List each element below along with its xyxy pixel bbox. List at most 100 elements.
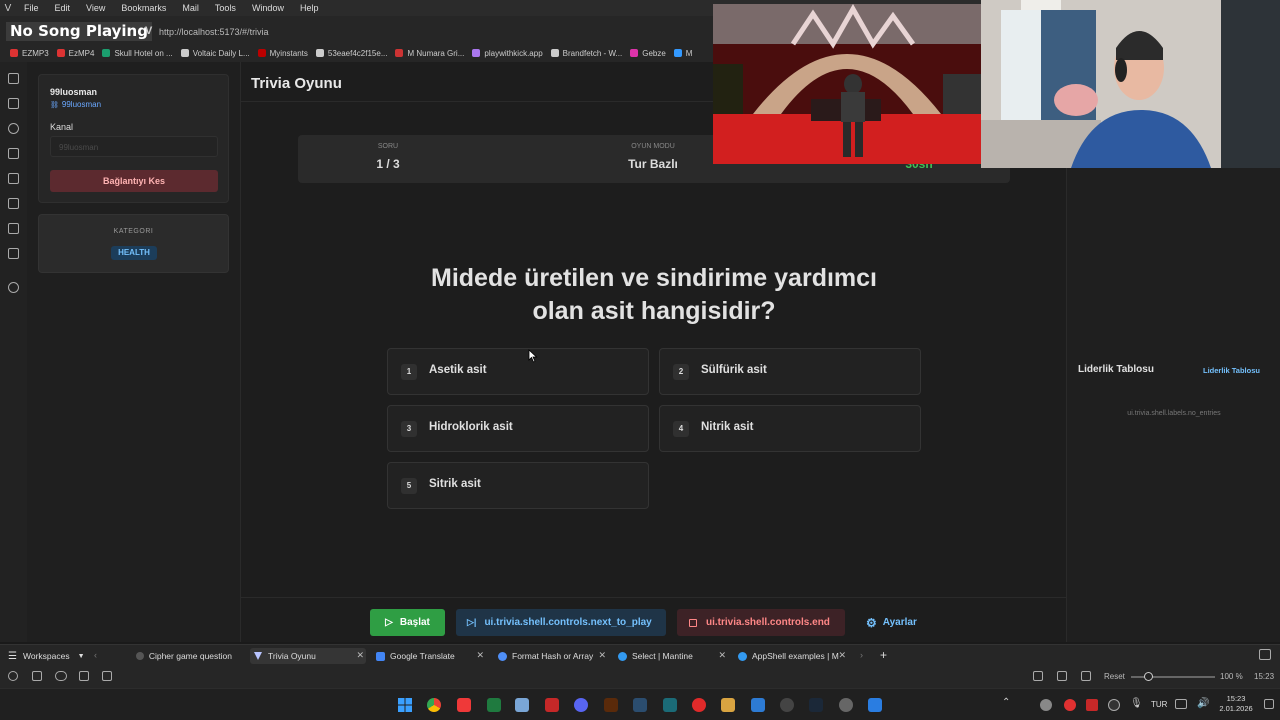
bookmark-panel-icon[interactable] xyxy=(8,73,19,84)
menu-edit[interactable]: Edit xyxy=(47,3,79,13)
bookmark-item[interactable]: Voltaic Daily L... xyxy=(180,49,250,58)
history-icon[interactable] xyxy=(8,123,19,134)
taskbar-clock[interactable]: 15:23 2.01.2026 xyxy=(1216,694,1256,714)
language-indicator[interactable]: TUR xyxy=(1151,700,1167,709)
tray-app-icon[interactable] xyxy=(1040,699,1052,711)
url-field[interactable]: http://localhost:5173/#/trivia xyxy=(159,27,269,37)
media-icon[interactable] xyxy=(692,698,706,712)
close-tab-icon[interactable]: ✕ xyxy=(476,650,484,661)
answer-option-2[interactable]: 2 Sülfürik asit xyxy=(659,348,921,395)
bookmark-item[interactable]: M xyxy=(673,49,692,58)
close-tab-icon[interactable]: ✕ xyxy=(838,650,846,661)
calendar-icon[interactable] xyxy=(102,671,112,681)
leaderboard-link[interactable]: Liderlik Tablosu xyxy=(1203,366,1260,375)
disconnect-button[interactable]: Bağlantıyı Kes xyxy=(50,170,218,192)
answer-option-1[interactable]: 1 Asetik asit xyxy=(387,348,649,395)
channel-input[interactable]: 99luosman xyxy=(50,136,218,157)
tab-format-hash[interactable]: Format Hash or Array ✕ xyxy=(494,648,608,664)
new-tab-icon[interactable]: + xyxy=(880,648,887,662)
bookmark-item[interactable]: playwithkick.app xyxy=(472,49,543,58)
end-button[interactable]: ui.trivia.shell.controls.end xyxy=(677,609,845,636)
bookmark-item[interactable]: Brandfetch - W... xyxy=(550,49,622,58)
menu-file[interactable]: File xyxy=(16,3,47,13)
menu-help[interactable]: Help xyxy=(292,3,327,13)
close-tab-icon[interactable]: ✕ xyxy=(598,650,606,661)
start-button[interactable]: ▷ Başlat xyxy=(370,609,445,636)
tray-app-icon[interactable] xyxy=(1086,699,1098,711)
mail-icon[interactable] xyxy=(8,248,19,259)
tab-select-mantine[interactable]: Select | Mantine ✕ xyxy=(614,648,728,664)
tray-app-icon[interactable] xyxy=(1108,699,1120,711)
tab-scroll-right-icon[interactable]: › xyxy=(860,650,863,660)
user-link[interactable]: ⛓ 99luosman xyxy=(50,100,101,109)
mail-status-icon[interactable] xyxy=(79,671,89,681)
vivaldi-icon[interactable] xyxy=(457,698,471,712)
close-tab-icon[interactable]: ✕ xyxy=(356,650,364,661)
discord-icon[interactable] xyxy=(574,698,588,712)
app-icon[interactable] xyxy=(839,698,853,712)
tab-trivia-active[interactable]: Trivia Oyunu ✕ xyxy=(250,648,366,664)
bookmark-item[interactable]: Gebze xyxy=(630,49,666,58)
volume-icon[interactable]: 🔊 xyxy=(1197,698,1209,709)
answer-option-4[interactable]: 4 Nitrik asit xyxy=(659,405,921,452)
menu-tools[interactable]: Tools xyxy=(207,3,244,13)
menu-window[interactable]: Window xyxy=(244,3,292,13)
bookmark-item[interactable]: EZMP3 xyxy=(10,49,49,58)
terminal-icon[interactable] xyxy=(487,698,501,712)
reading-list-icon[interactable] xyxy=(8,198,19,209)
answer-option-5[interactable]: 5 Sitrik asit xyxy=(387,462,649,509)
downloads-icon[interactable] xyxy=(8,98,19,109)
bookmark-item[interactable]: 53eaef4c2f15e... xyxy=(315,49,387,58)
tab-google-translate[interactable]: Google Translate ✕ xyxy=(372,648,486,664)
bookmark-item[interactable]: EzMP4 xyxy=(56,49,94,58)
workspaces-button[interactable]: ☰ Workspaces ▼ xyxy=(4,648,85,664)
chrome-icon[interactable] xyxy=(427,698,441,712)
sync-cloud-icon[interactable] xyxy=(55,671,67,681)
browser-logo-icon[interactable]: V xyxy=(0,3,16,14)
windows-start-icon[interactable] xyxy=(398,698,412,712)
translate-icon[interactable] xyxy=(8,173,19,184)
zoom-reset-button[interactable]: Reset xyxy=(1104,672,1125,681)
notepad-icon[interactable] xyxy=(868,698,882,712)
tab-cipher[interactable]: Cipher game question xyxy=(132,648,232,664)
panel-toggle-icon[interactable] xyxy=(8,671,18,681)
bookmark-item[interactable]: Skull Hotel on ... xyxy=(102,49,173,58)
add-panel-icon[interactable] xyxy=(8,282,19,293)
menu-mail[interactable]: Mail xyxy=(174,3,207,13)
notes-icon[interactable] xyxy=(8,148,19,159)
filezilla-icon[interactable] xyxy=(545,698,559,712)
folder-icon[interactable] xyxy=(721,698,735,712)
tab-appshell[interactable]: AppShell examples | M ✕ xyxy=(734,648,848,664)
bookmark-item[interactable]: Myinstants xyxy=(257,49,308,58)
tab-menu-icon[interactable] xyxy=(1259,649,1271,660)
page-actions-icon[interactable] xyxy=(1081,671,1091,681)
menu-view[interactable]: View xyxy=(78,3,113,13)
bookmark-label: EZMP3 xyxy=(22,48,49,58)
tray-chevron-icon[interactable]: ⌃ xyxy=(1002,697,1010,708)
illustrator-icon[interactable] xyxy=(604,698,618,712)
outlook-icon[interactable] xyxy=(751,698,765,712)
zoom-slider-thumb[interactable] xyxy=(1144,672,1153,681)
close-tab-icon[interactable]: ✕ xyxy=(718,650,726,661)
network-icon[interactable] xyxy=(1175,699,1187,709)
tab-scroll-left-icon[interactable]: ‹ xyxy=(94,650,97,660)
microphone-icon[interactable]: 🎙 xyxy=(1130,698,1143,709)
notification-icon[interactable] xyxy=(1264,699,1274,709)
tray-app-icon[interactable] xyxy=(1064,699,1076,711)
window-panel-icon[interactable] xyxy=(8,223,19,234)
app-icon[interactable] xyxy=(663,698,677,712)
zoom-slider[interactable] xyxy=(1131,672,1215,681)
settings-button[interactable]: ⚙ Ayarlar xyxy=(866,609,926,636)
app-icon[interactable] xyxy=(633,698,647,712)
steam-icon[interactable] xyxy=(809,698,823,712)
vscode-icon[interactable] xyxy=(515,698,529,712)
tiling-icon[interactable] xyxy=(32,671,42,681)
github-icon[interactable] xyxy=(780,698,794,712)
capture-icon[interactable] xyxy=(1033,671,1043,681)
menu-bookmarks[interactable]: Bookmarks xyxy=(113,3,174,13)
answer-option-3[interactable]: 3 Hidroklorik asit xyxy=(387,405,649,452)
site-shield-icon[interactable]: V xyxy=(145,25,152,37)
next-button[interactable]: ▷| ui.trivia.shell.controls.next_to_play xyxy=(456,609,666,636)
bookmark-item[interactable]: M Numara Gri... xyxy=(395,49,464,58)
reader-view-icon[interactable] xyxy=(1057,671,1067,681)
